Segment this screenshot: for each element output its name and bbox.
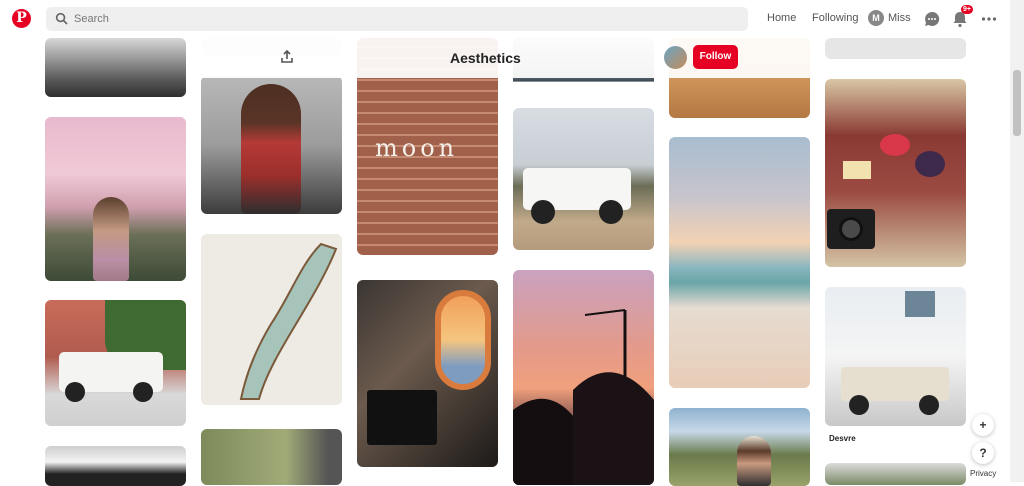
window-shape xyxy=(905,291,935,317)
wheel-shape xyxy=(849,395,869,415)
person-figure xyxy=(737,436,771,486)
palm-silhouette-shape xyxy=(513,309,654,485)
notifications-badge: 9+ xyxy=(961,5,973,14)
cheese-shape xyxy=(843,161,871,179)
pinterest-logo-icon[interactable]: P xyxy=(12,9,31,28)
more-options-icon[interactable] xyxy=(980,10,998,28)
board-owner-avatar[interactable] xyxy=(664,46,687,69)
search-icon xyxy=(55,12,68,25)
avatar[interactable]: M xyxy=(868,10,884,26)
pin-image-ocean-sunset[interactable] xyxy=(669,137,810,388)
wheel-shape xyxy=(133,382,153,402)
pin-image-white-bronco[interactable] xyxy=(45,300,186,426)
nav-home-link[interactable]: Home xyxy=(767,12,796,24)
laptop-screen-shape xyxy=(367,390,437,445)
privacy-link[interactable]: Privacy xyxy=(970,469,996,478)
wheel-shape xyxy=(531,200,555,224)
person-figure xyxy=(93,197,129,281)
pin-image-picnic[interactable] xyxy=(825,79,966,267)
camera-lens-shape xyxy=(839,217,863,241)
nav-following-link[interactable]: Following xyxy=(812,12,858,24)
top-navigation-bar: P Home Following M Miss 9+ xyxy=(0,0,1010,38)
marble-vein-shape xyxy=(239,242,338,400)
messages-icon[interactable] xyxy=(923,10,941,28)
pin-image-land-rover[interactable] xyxy=(825,287,966,426)
wheel-shape xyxy=(919,395,939,415)
help-button[interactable]: ? xyxy=(972,442,994,464)
pin-image-girl-red-shirt[interactable] xyxy=(201,76,342,214)
pin-image-palm-sunset[interactable] xyxy=(513,270,654,485)
add-pin-button[interactable]: + xyxy=(972,414,994,436)
wheel-shape xyxy=(599,200,623,224)
pin-image-marble-texture[interactable] xyxy=(201,234,342,405)
board-title: Aesthetics xyxy=(450,50,521,66)
pin-image-beach-portrait[interactable] xyxy=(45,117,186,281)
search-input[interactable] xyxy=(74,7,734,31)
grapes-shape xyxy=(915,151,945,177)
scrollbar-thumb[interactable] xyxy=(1013,70,1021,136)
pin-image[interactable] xyxy=(45,446,186,486)
person-figure xyxy=(241,84,301,214)
wheel-shape xyxy=(65,382,85,402)
pin-image[interactable] xyxy=(201,429,342,485)
pin-caption[interactable]: Desvre xyxy=(829,434,856,443)
moon-neon-text: moon xyxy=(375,134,459,162)
pin-image[interactable] xyxy=(45,38,186,97)
share-icon[interactable] xyxy=(280,50,294,64)
profile-name-link[interactable]: Miss xyxy=(888,12,911,24)
board-header: Aesthetics Follow xyxy=(200,38,810,78)
pin-image-white-bronco-desert[interactable] xyxy=(513,108,654,250)
fruit-shape xyxy=(880,134,910,156)
pin-image-mountain-portrait[interactable] xyxy=(669,408,810,486)
window-shape xyxy=(435,290,491,390)
pin-image-airplane-window[interactable] xyxy=(357,280,498,467)
follow-button[interactable]: Follow xyxy=(693,45,738,69)
pin-image[interactable] xyxy=(825,38,966,59)
search-bar[interactable] xyxy=(46,7,748,31)
scrollbar[interactable] xyxy=(1010,0,1024,482)
